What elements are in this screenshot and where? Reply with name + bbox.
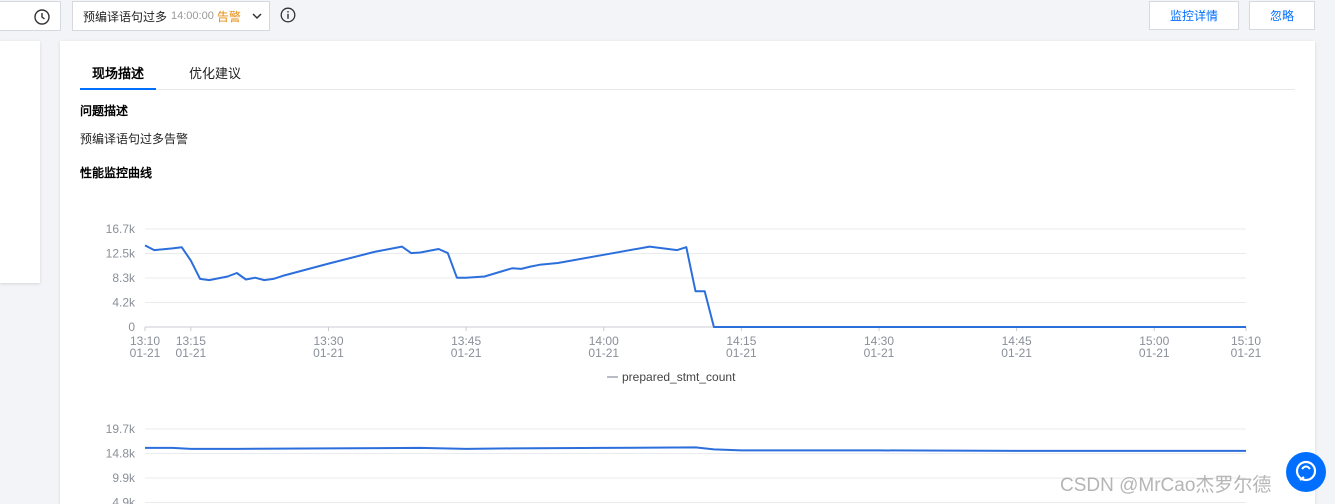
- y-tick-label: 8.3k: [112, 271, 136, 285]
- series-line: [144, 244, 1246, 328]
- help-icon: [1295, 460, 1317, 482]
- y-tick-label: 19.7k: [106, 422, 136, 436]
- x-tick-date-label: 01-21: [864, 346, 895, 360]
- x-tick-date-label: 01-21: [130, 346, 161, 360]
- x-tick-date-label: 01-21: [176, 346, 207, 360]
- help-button[interactable]: [1286, 452, 1326, 492]
- y-tick-label: 0: [128, 320, 135, 334]
- x-tick-date-label: 01-21: [451, 346, 482, 360]
- x-tick-date-label: 01-21: [1139, 346, 1170, 360]
- watermark: CSDN @MrCao杰罗尔德: [1060, 475, 1272, 496]
- legend-label: prepared_stmt_count: [622, 370, 736, 384]
- y-tick-label: 4.9k: [112, 496, 136, 504]
- x-tick-date-label: 01-21: [1001, 346, 1032, 360]
- y-tick-label: 9.9k: [112, 471, 136, 485]
- x-tick-date-label: 01-21: [1231, 346, 1262, 360]
- y-tick-label: 4.2k: [112, 296, 136, 310]
- x-tick-date-label: 01-21: [726, 346, 757, 360]
- y-tick-label: 14.8k: [106, 447, 136, 461]
- series-line: [145, 446, 1246, 452]
- y-tick-label: 16.7k: [106, 222, 136, 236]
- y-tick-label: 12.5k: [106, 247, 136, 261]
- monitor-charts: 16.7k12.5k8.3k4.2k013:1001-2113:1501-211…: [106, 222, 1262, 504]
- x-tick-date-label: 01-21: [313, 346, 344, 360]
- x-tick-date-label: 01-21: [588, 346, 619, 360]
